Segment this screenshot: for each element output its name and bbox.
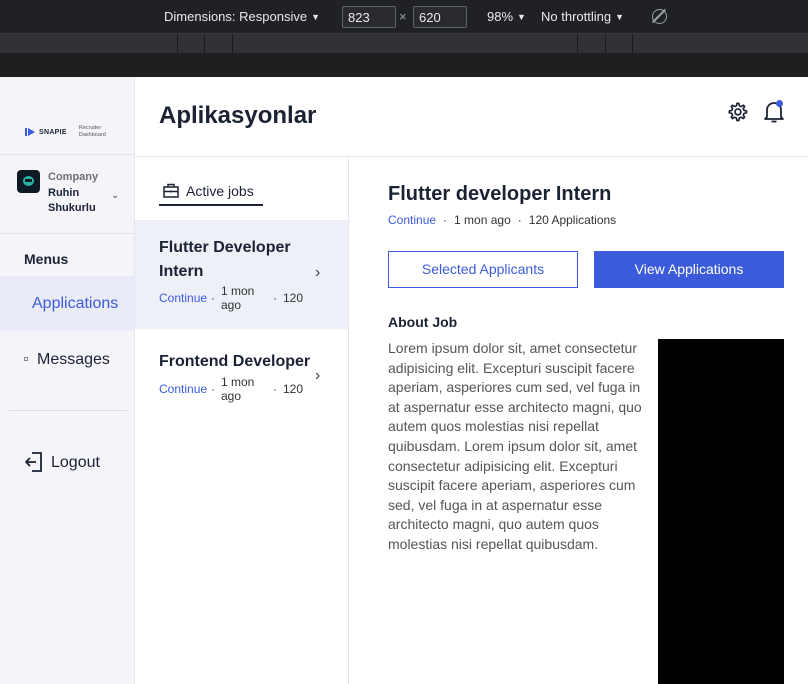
divider — [0, 233, 135, 234]
about-job-title: About Job — [388, 314, 458, 330]
job-card-flutter-developer-intern[interactable]: Flutter Developer Intern Continue · 1 mo… — [135, 220, 348, 329]
height-input[interactable] — [413, 6, 467, 28]
briefcase-icon — [163, 183, 179, 198]
detail-applications: 120 Applications — [528, 213, 617, 227]
job-status: Continue — [159, 382, 208, 396]
job-card-frontend-developer[interactable]: Frontend Developer Continue · 1 mon ago … — [135, 329, 348, 409]
page-header: Aplikasyonlar — [135, 77, 808, 157]
sidebar-item-label: Messages — [37, 351, 110, 368]
job-meta: Continue · 1 mon ago · 120 — [159, 375, 303, 403]
company-label: Company — [48, 171, 99, 183]
divider — [0, 154, 135, 155]
messages-icon — [24, 357, 28, 361]
chevron-down-icon: ⌄ — [111, 190, 120, 201]
company-name: Ruhin Shukurlu — [48, 187, 96, 214]
sidebar-item-messages[interactable]: Messages — [0, 339, 135, 379]
logo-text: SNAPIE — [39, 128, 67, 136]
zoom-label: 98% — [487, 9, 514, 24]
detail-status: Continue — [388, 213, 437, 227]
detail-time: 1 mon ago — [454, 213, 511, 227]
separator: · — [443, 213, 448, 227]
caret-down-icon: ▼ — [517, 12, 526, 22]
job-applications-count: 120 — [283, 291, 304, 305]
rotate-disabled-icon[interactable] — [652, 9, 667, 24]
app-viewport: SNAPIE Recruiter Dashboard Company Ruhin… — [0, 77, 808, 684]
throttling-dropdown[interactable]: No throttling ▼ — [541, 9, 624, 24]
times-label: × — [399, 9, 407, 24]
job-status: Continue — [159, 291, 208, 305]
company-avatar — [17, 170, 40, 193]
snapie-logo-icon — [25, 127, 35, 137]
separator: · — [517, 213, 522, 227]
dimensions-dropdown[interactable]: Dimensions: Responsive ▼ — [164, 9, 320, 24]
job-detail: Flutter developer Intern Continue · 1 mon … — [349, 157, 808, 684]
job-title: Flutter Developer Intern — [159, 239, 291, 280]
logout-icon — [25, 452, 42, 472]
menus-title: Menus — [24, 251, 69, 267]
jobs-panel: Active jobs Flutter Developer Intern Con… — [135, 157, 349, 684]
chevron-right-icon: › — [315, 264, 321, 281]
view-applications-button[interactable]: View Applications — [594, 251, 784, 288]
about-job-text: Lorem ipsum dolor sit, amet consectetur … — [388, 340, 642, 552]
logo-subtitle: Recruiter Dashboard — [78, 125, 106, 138]
logout-button[interactable]: Logout — [24, 451, 124, 475]
job-time: 1 mon ago — [221, 375, 255, 403]
logo[interactable]: SNAPIE Recruiter Dashboard — [25, 125, 115, 139]
sidebar-item-label: Applications — [32, 295, 119, 312]
logout-label: Logout — [51, 454, 100, 471]
tab-label: Active jobs — [186, 183, 254, 199]
zoom-dropdown[interactable]: 98% ▼ — [487, 9, 526, 24]
job-title: Frontend Developer — [159, 353, 311, 370]
sidebar: SNAPIE Recruiter Dashboard Company Ruhin… — [0, 77, 135, 684]
separator: · — [211, 291, 215, 305]
job-applications-count: 120 — [283, 382, 304, 396]
job-time: 1 mon ago — [221, 284, 255, 312]
divider — [9, 410, 127, 411]
notification-badge — [776, 100, 783, 107]
page-title: Aplikasyonlar — [159, 102, 317, 129]
caret-down-icon: ▼ — [615, 12, 625, 22]
media-query-ruler — [0, 34, 808, 53]
devtools-ruler-band — [0, 53, 808, 77]
detail-meta: Continue · 1 mon ago · 120 Applications — [388, 213, 616, 227]
job-image — [658, 339, 784, 684]
sidebar-item-applications[interactable]: Applications — [0, 276, 135, 331]
throttling-label: No throttling — [541, 9, 612, 24]
tab-active-jobs[interactable]: Active jobs — [159, 179, 263, 206]
separator: · — [211, 382, 215, 396]
detail-title: Flutter developer Intern — [388, 183, 612, 205]
selected-applicants-button[interactable]: Selected Applicants — [388, 251, 578, 288]
caret-down-icon: ▼ — [311, 12, 320, 22]
job-meta: Continue · 1 mon ago · 120 — [159, 284, 303, 312]
company-switcher[interactable]: Company Ruhin Shukurlu ⌄ — [17, 170, 127, 220]
width-input[interactable] — [342, 6, 396, 28]
chevron-right-icon: › — [315, 367, 321, 384]
separator: · — [273, 291, 277, 305]
gear-icon[interactable] — [726, 101, 748, 123]
separator: · — [273, 382, 277, 396]
devtools-toolbar: Dimensions: Responsive▼ × 98%▼ No thrott… — [0, 0, 808, 34]
dimensions-label: Dimensions: Responsive — [164, 9, 308, 24]
